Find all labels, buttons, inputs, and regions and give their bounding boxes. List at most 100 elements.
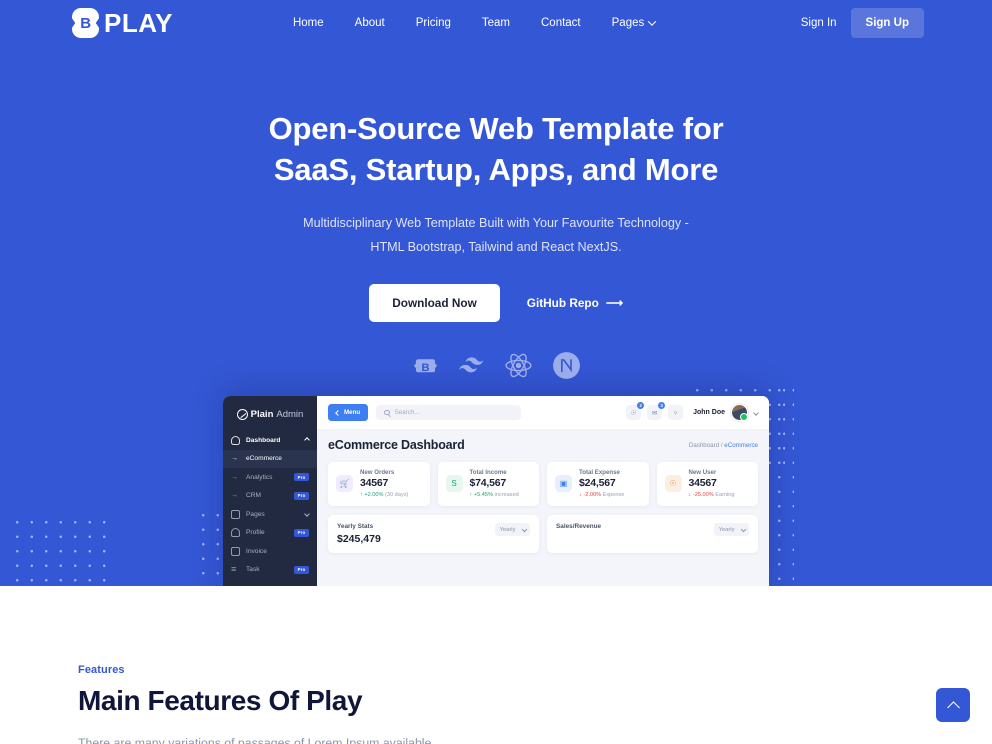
mockup-topbar-icons: ☉ 2 ✉ 3 ▿ John Doe: [626, 402, 759, 421]
mockup-sidebar-label-task: Task: [246, 566, 260, 574]
mockup-sidebar-item-profile[interactable]: Profile Pro: [223, 524, 317, 543]
stat-card: 🛒 New Orders 34567 ↑ +2.00% (30 days): [328, 462, 430, 506]
nav-link-pricing[interactable]: Pricing: [416, 17, 451, 29]
scroll-to-top-button[interactable]: [936, 688, 970, 722]
chart-period-select[interactable]: Yearly: [713, 523, 749, 536]
hero-section: B PLAY Home About Pricing Team Contact P…: [0, 0, 992, 586]
dollar-icon: S: [445, 475, 463, 492]
notification-bell-icon[interactable]: ☉ 2: [626, 402, 645, 420]
stat-card-delta-note: Expense: [601, 492, 625, 498]
chevron-down-icon: [304, 511, 310, 518]
chevron-up-icon: [946, 700, 960, 714]
arrow-right-icon: ⟶: [605, 296, 623, 311]
cart-icon: 🛒: [336, 475, 353, 492]
cloud-icon: [231, 435, 240, 445]
stat-card-delta: ↓ -2.00%: [579, 492, 602, 498]
mail-badge: 3: [658, 402, 666, 409]
mockup-sidebar-item-pages[interactable]: Pages: [223, 505, 317, 524]
chart-period-select[interactable]: Yearly: [494, 523, 530, 536]
search-icon: [384, 409, 390, 416]
chart-card-value: $245,479: [337, 533, 381, 545]
mockup-topbar: Menu Search... ☉ 2 ✉ 3 ▿ John Doe: [317, 396, 769, 430]
mockup-chart-row: Yearly Stats $245,479 Yearly Sales/Reven…: [328, 515, 758, 553]
hero-subtitle: Multidisciplinary Web Template Built wit…: [303, 216, 689, 254]
brand-logo[interactable]: B PLAY: [72, 8, 173, 38]
nav-link-about[interactable]: About: [355, 17, 385, 29]
mockup-sidebar-item-dashboard[interactable]: Dashboard: [223, 431, 317, 450]
mockup-body: eCommerce Dashboard Dashboard / eCommerc…: [317, 430, 769, 586]
stat-card: S Total Income $74,567 ↑ +5.45% increase…: [437, 462, 539, 506]
nav-links: Home About Pricing Team Contact Pages: [293, 17, 657, 29]
pro-badge: Pro: [294, 491, 309, 500]
pro-badge: Pro: [294, 528, 309, 537]
nav-link-contact[interactable]: Contact: [541, 17, 581, 29]
brand-mark-letter: B: [80, 14, 91, 32]
chevron-left-icon: [335, 409, 341, 416]
nav-link-home[interactable]: Home: [293, 17, 324, 29]
mockup-menu-button[interactable]: Menu: [328, 404, 369, 421]
chevron-down-icon: [521, 526, 527, 532]
mockup-menu-label: Menu: [344, 409, 361, 416]
pro-badge: Pro: [294, 473, 309, 482]
user-icon: ☉: [664, 475, 682, 492]
stat-card-delta-note: increased: [492, 492, 519, 498]
dashboard-mockup: Plain Admin Dashboard eCommerce Analytic…: [223, 396, 769, 586]
mockup-sidebar-item-task[interactable]: Task Pro: [223, 561, 317, 580]
stat-card: ▣ Total Expense $24,567 ↓ -2.00% Expense: [547, 462, 649, 506]
mockup-sidebar-logo: Plain Admin: [223, 405, 317, 431]
breadcrumb-root[interactable]: Dashboard /: [689, 442, 724, 449]
nav-link-about-label: About: [354, 17, 385, 29]
bootstrap-icon: B: [411, 351, 440, 380]
sign-up-button[interactable]: Sign Up: [850, 8, 924, 38]
avatar[interactable]: [731, 404, 748, 421]
chevron-up-icon: [304, 437, 310, 444]
list-icon: [231, 565, 240, 574]
stat-card-delta: ↑ +5.45%: [469, 492, 493, 498]
mockup-sidebar-label-invoice: Invoice: [246, 547, 267, 555]
nextjs-icon: [551, 350, 582, 381]
arrow-icon: [231, 454, 240, 463]
stat-card-value: 34567: [360, 477, 389, 489]
tech-logo-row: B: [0, 350, 992, 381]
mockup-sidebar-item-crm[interactable]: CRM Pro: [223, 487, 317, 506]
nav-link-contact-label: Contact: [541, 17, 581, 29]
mockup-sidebar-label-pages: Pages: [246, 510, 265, 518]
stat-card-delta: ↑ +2.00%: [360, 492, 384, 498]
hero-actions: Download Now GitHub Repo ⟶: [0, 284, 992, 323]
nav-link-pages[interactable]: Pages: [611, 17, 657, 29]
mockup-main: Menu Search... ☉ 2 ✉ 3 ▿ John Doe eComme…: [317, 396, 769, 586]
nav-link-team-label: Team: [481, 17, 510, 29]
mockup-sidebar-item-invoice[interactable]: Invoice: [223, 542, 317, 561]
github-repo-link[interactable]: GitHub Repo ⟶: [527, 296, 623, 310]
dot-pattern-far-right: [772, 383, 794, 583]
mail-icon[interactable]: ✉ 3: [647, 402, 666, 420]
mockup-sidebar-item-analytics[interactable]: Analytics Pro: [223, 468, 317, 487]
github-repo-label: GitHub Repo: [526, 296, 599, 311]
chart-card-yearly-stats: Yearly Stats $245,479 Yearly: [328, 515, 539, 553]
mockup-logo-primary: Plain: [250, 409, 274, 420]
download-now-button[interactable]: Download Now: [369, 284, 500, 323]
invoice-icon: [231, 546, 240, 556]
mockup-search-placeholder: Search...: [394, 409, 420, 416]
dot-pattern-left: [10, 515, 110, 586]
features-title: Main Features Of Play: [78, 685, 363, 716]
mockup-sidebar-item-ecommerce[interactable]: eCommerce: [223, 449, 317, 468]
stat-card-delta-note: (30 days): [383, 492, 409, 498]
mockup-sidebar-label-profile: Profile: [246, 529, 265, 537]
chart-card-title: Sales/Revenue: [556, 523, 602, 530]
breadcrumb: Dashboard / eCommerce: [689, 438, 758, 449]
nav-link-team[interactable]: Team: [482, 17, 510, 29]
nav-link-home-label: Home: [292, 17, 324, 29]
sign-in-link[interactable]: Sign In: [801, 17, 837, 29]
mockup-user-name: John Doe: [693, 409, 725, 416]
chart-period-value: Yearly: [499, 526, 516, 533]
nav-link-pages-label: Pages: [611, 17, 645, 29]
tailwind-icon: [457, 351, 486, 380]
features-description: There are many variations of passages of…: [78, 736, 432, 744]
mockup-search-input[interactable]: Search...: [376, 405, 522, 420]
stat-card-label: Total Income: [469, 469, 507, 476]
chevron-down-icon[interactable]: [753, 409, 759, 416]
filter-icon[interactable]: ▿: [668, 405, 684, 420]
stat-card-value: $24,567: [579, 477, 616, 489]
chart-card-title: Yearly Stats: [337, 523, 374, 530]
